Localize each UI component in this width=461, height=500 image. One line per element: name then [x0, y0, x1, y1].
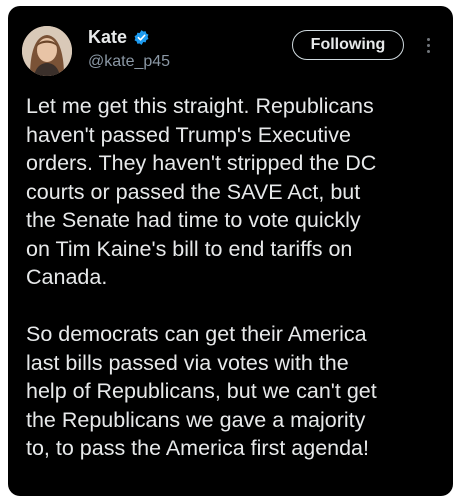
author-handle[interactable]: @kate_p45	[88, 52, 170, 72]
more-dot	[426, 37, 430, 41]
more-dot	[426, 49, 430, 53]
tweet-line: So democrats can get their America	[26, 322, 367, 346]
tweet-line: the Senate had time to vote quickly	[26, 208, 361, 232]
avatar[interactable]	[22, 26, 72, 76]
tweet-text: Let me get this straight. Republicans ha…	[26, 92, 446, 463]
tweet-line: help of Republicans, but we can't get	[26, 379, 377, 403]
author-name-row: Kate	[88, 26, 150, 48]
tweet-paragraph-2: So democrats can get their America last …	[26, 320, 446, 463]
more-dot	[426, 43, 430, 47]
tweet-line: the Republicans we gave a majority	[26, 407, 366, 432]
more-vertical-icon[interactable]	[420, 34, 436, 56]
author-display-name[interactable]: Kate	[88, 26, 127, 48]
tweet-line: Canada.	[26, 265, 108, 289]
tweet-line: Let me get this straight. Republicans	[26, 94, 374, 118]
tweet-line: orders. They haven't stripped the DC	[26, 151, 377, 175]
tweet-card: Kate @kate_p45 Following Let me get this…	[8, 6, 453, 496]
verified-badge-icon	[133, 29, 150, 46]
tweet-line: to, to pass the America first agenda!	[26, 436, 369, 460]
tweet-line: courts or passed the SAVE Act, but	[26, 179, 361, 204]
tweet-line: last bills passed via votes with the	[26, 350, 349, 375]
avatar-image	[22, 26, 72, 76]
tweet-paragraph-1: Let me get this straight. Republicans ha…	[26, 92, 446, 292]
tweet-line: on Tim Kaine's bill to end tariffs on	[26, 236, 353, 261]
tweet-line: haven't passed Trump's Executive	[26, 122, 351, 147]
following-button[interactable]: Following	[292, 30, 404, 60]
